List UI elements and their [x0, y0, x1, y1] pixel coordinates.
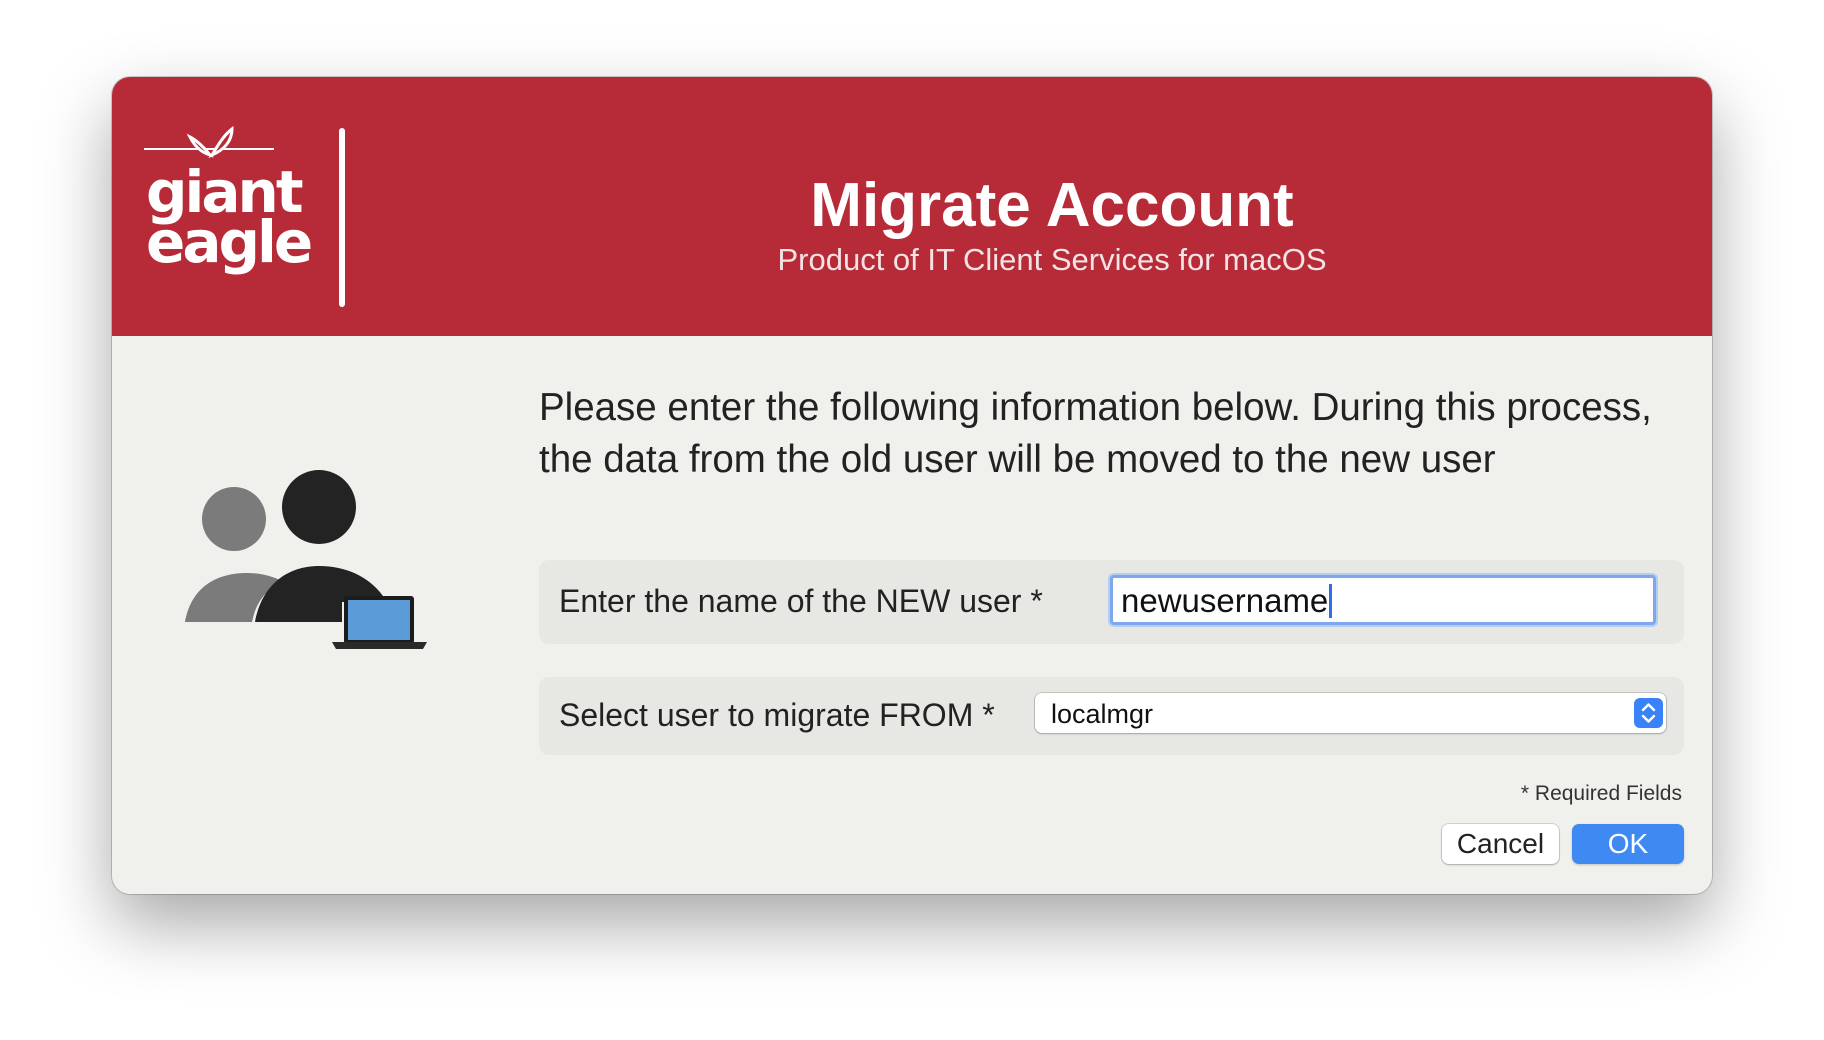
logo-word-eagle: eagle — [146, 208, 313, 276]
migrate-account-dialog: giant eagle Migrate Account Product of I… — [112, 77, 1712, 894]
up-down-chevron-icon — [1634, 698, 1663, 728]
text-caret — [1329, 584, 1333, 618]
logo-divider — [339, 128, 345, 307]
required-fields-note: * Required Fields — [1520, 782, 1682, 805]
users-with-laptop-icon — [182, 462, 452, 652]
intro-text: Please enter the following information b… — [539, 386, 1652, 481]
cancel-button[interactable]: Cancel — [1442, 824, 1559, 864]
dialog-subtitle: Product of IT Client Services for macOS — [777, 242, 1327, 277]
migrate-from-selected-value: localmgr — [1051, 699, 1154, 729]
new-user-value: newusername — [1121, 582, 1333, 619]
migrate-from-select[interactable]: localmgr — [1035, 693, 1666, 733]
new-user-input[interactable]: newusername — [1110, 575, 1656, 625]
giant-eagle-logo: giant eagle — [144, 125, 314, 275]
header-banner: giant eagle Migrate Account Product of I… — [112, 77, 1712, 336]
dialog-title: Migrate Account — [810, 171, 1294, 240]
migrate-from-label: Select user to migrate FROM * — [559, 697, 995, 733]
new-user-label: Enter the name of the NEW user * — [559, 583, 1043, 619]
migrate-from-row: Select user to migrate FROM * localmgr — [539, 677, 1684, 755]
ok-button[interactable]: OK — [1572, 824, 1684, 864]
new-user-row: Enter the name of the NEW user * newuser… — [539, 560, 1684, 644]
new-user-text: newusername — [1121, 582, 1329, 619]
